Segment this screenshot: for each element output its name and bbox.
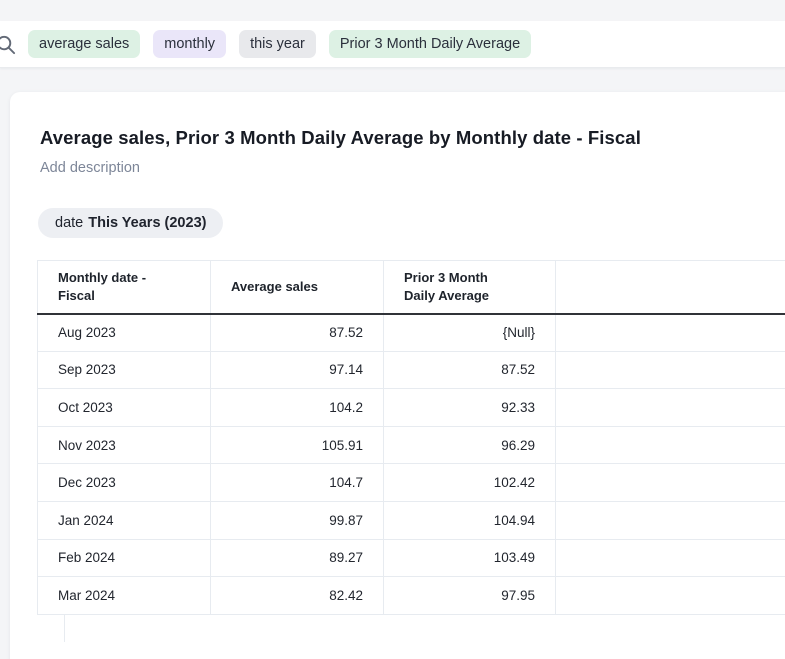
cell-date: Nov 2023 [38, 426, 211, 464]
table-row: Feb 2024 89.27 103.49 [38, 539, 785, 577]
results-table-container: Monthly date - Fiscal Average sales Prio… [37, 260, 785, 642]
filter-field-label: date [55, 215, 83, 231]
results-table: Monthly date - Fiscal Average sales Prio… [37, 260, 785, 615]
column-header-average-sales[interactable]: Average sales [211, 261, 384, 314]
table-row: Nov 2023 105.91 96.29 [38, 426, 785, 464]
cell-prior-3-month-daily-average: {Null} [384, 314, 556, 352]
filter-row: date This Years (2023) [38, 208, 785, 238]
cell-prior-3-month-daily-average: 92.33 [384, 389, 556, 427]
date-filter-chip[interactable]: date This Years (2023) [38, 208, 223, 238]
cell-average-sales: 104.2 [211, 389, 384, 427]
cell-prior-3-month-daily-average: 102.42 [384, 464, 556, 502]
cell-empty [556, 577, 785, 615]
search-token-this-year[interactable]: this year [239, 30, 316, 58]
column-header-line: Monthly date - [58, 269, 190, 287]
table-row: Aug 2023 87.52 {Null} [38, 314, 785, 352]
cell-date: Oct 2023 [38, 389, 211, 427]
cell-prior-3-month-daily-average: 104.94 [384, 501, 556, 539]
cell-empty [556, 501, 785, 539]
search-bar[interactable]: average sales monthly this year Prior 3 … [0, 21, 785, 68]
table-left-border-continuation [64, 615, 364, 642]
table-header-row: Monthly date - Fiscal Average sales Prio… [38, 261, 785, 314]
cell-average-sales: 89.27 [211, 539, 384, 577]
cell-prior-3-month-daily-average: 103.49 [384, 539, 556, 577]
cell-date: Jan 2024 [38, 501, 211, 539]
cell-date: Mar 2024 [38, 577, 211, 615]
table-row: Sep 2023 97.14 87.52 [38, 351, 785, 389]
cell-date: Dec 2023 [38, 464, 211, 502]
add-description-button[interactable]: Add description [40, 160, 770, 176]
column-header-prior-3-month-daily-average[interactable]: Prior 3 Month Daily Average [384, 261, 556, 314]
column-header-line: Fiscal [58, 287, 190, 305]
cell-date: Aug 2023 [38, 314, 211, 352]
search-token-average-sales[interactable]: average sales [28, 30, 140, 58]
cell-empty [556, 314, 785, 352]
cell-empty [556, 351, 785, 389]
table-row: Oct 2023 104.2 92.33 [38, 389, 785, 427]
column-header-line: Daily Average [404, 287, 535, 305]
column-header-monthly-date-fiscal[interactable]: Monthly date - Fiscal [38, 261, 211, 314]
cell-empty [556, 539, 785, 577]
cell-average-sales: 87.52 [211, 314, 384, 352]
cell-prior-3-month-daily-average: 97.95 [384, 577, 556, 615]
cell-prior-3-month-daily-average: 96.29 [384, 426, 556, 464]
table-row: Dec 2023 104.7 102.42 [38, 464, 785, 502]
cell-average-sales: 99.87 [211, 501, 384, 539]
filter-value-label: This Years (2023) [88, 215, 206, 231]
cell-average-sales: 82.42 [211, 577, 384, 615]
cell-average-sales: 105.91 [211, 426, 384, 464]
cell-empty [556, 426, 785, 464]
cell-date: Sep 2023 [38, 351, 211, 389]
table-row: Jan 2024 99.87 104.94 [38, 501, 785, 539]
search-token-prior-3-month-daily-average[interactable]: Prior 3 Month Daily Average [329, 30, 531, 58]
cell-date: Feb 2024 [38, 539, 211, 577]
cell-empty [556, 464, 785, 502]
cell-average-sales: 97.14 [211, 351, 384, 389]
cell-empty [556, 389, 785, 427]
answer-card: Average sales, Prior 3 Month Daily Avera… [10, 92, 785, 659]
column-header-empty [556, 261, 785, 314]
search-token-monthly[interactable]: monthly [153, 30, 226, 58]
table-row: Mar 2024 82.42 97.95 [38, 577, 785, 615]
column-header-line: Average sales [231, 278, 363, 296]
column-header-line: Prior 3 Month [404, 269, 535, 287]
cell-average-sales: 104.7 [211, 464, 384, 502]
page-title[interactable]: Average sales, Prior 3 Month Daily Avera… [10, 92, 785, 150]
cell-prior-3-month-daily-average: 87.52 [384, 351, 556, 389]
search-icon [0, 33, 17, 56]
